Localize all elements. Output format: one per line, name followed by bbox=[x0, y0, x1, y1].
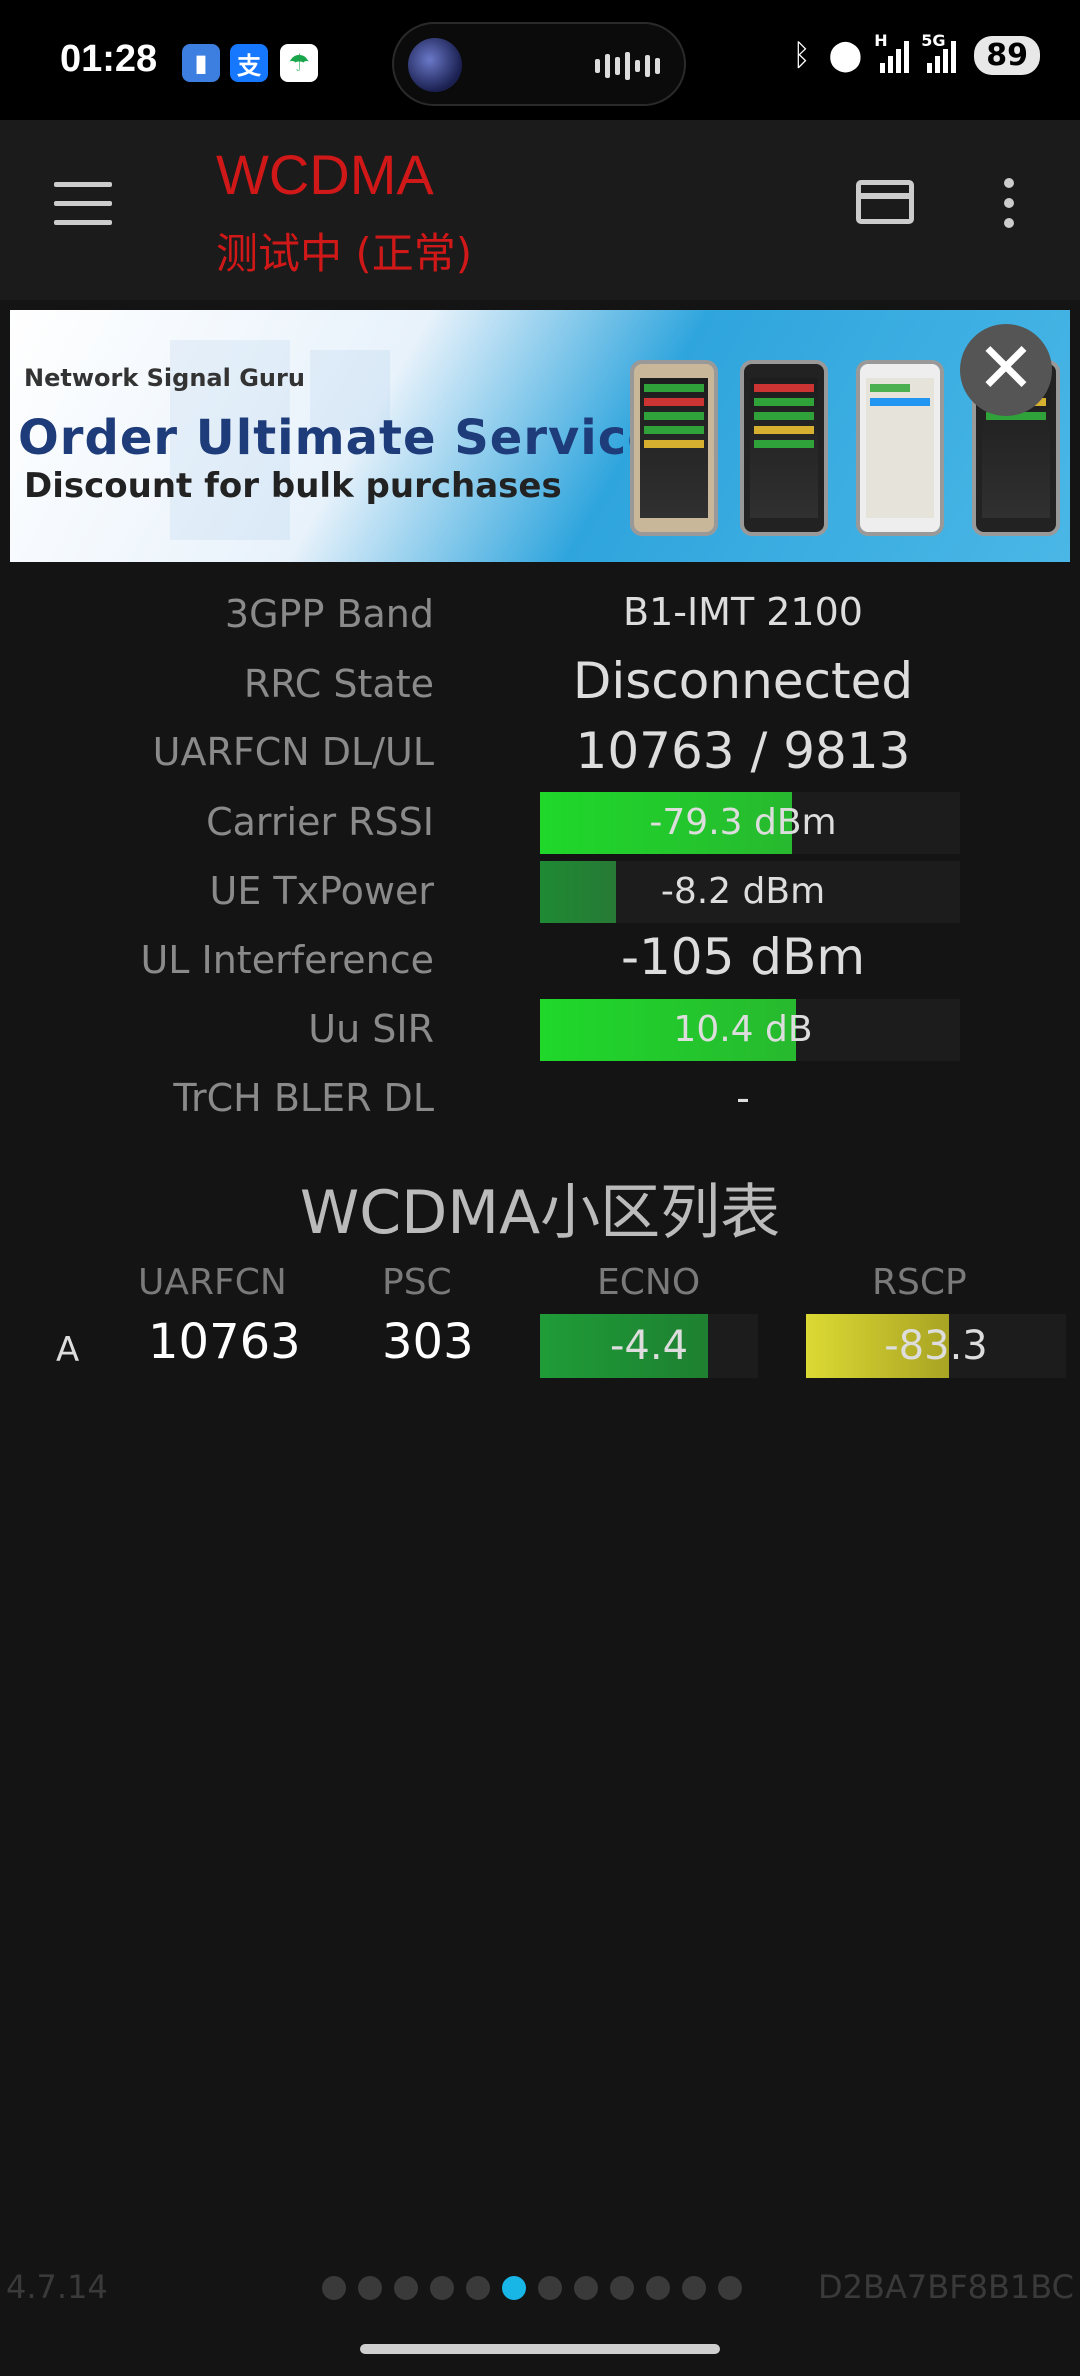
status-bar: 01:28 ▮ 支 ☂ ᛒ ⬤ H 5G 89 bbox=[0, 0, 1080, 120]
row-label: Uu SIR bbox=[308, 1007, 434, 1051]
clock: 01:28 bbox=[60, 38, 158, 80]
umbrella-app-icon: ☂ bbox=[280, 44, 318, 82]
column-header-ecno: ECNO bbox=[597, 1262, 701, 1303]
sir-bar: 10.4 dB bbox=[540, 999, 960, 1061]
phone-image bbox=[856, 360, 944, 536]
row-value: B1-IMT 2100 bbox=[623, 590, 863, 634]
device-id: D2BA7BF8B1BC bbox=[818, 2268, 1074, 2306]
page-dot[interactable] bbox=[538, 2276, 562, 2300]
cell-rscp: -83.3 bbox=[884, 1323, 988, 1369]
ad-subline: Discount for bulk purchases bbox=[24, 466, 562, 506]
alipay-icon: 支 bbox=[230, 44, 268, 82]
cell-ecno: -4.4 bbox=[609, 1323, 689, 1369]
page-dot[interactable] bbox=[358, 2276, 382, 2300]
column-header-uarfcn: UARFCN bbox=[138, 1262, 287, 1303]
row-value: -79.3 dBm bbox=[649, 802, 837, 843]
row-value: Disconnected bbox=[572, 652, 914, 710]
row-label: UE TxPower bbox=[209, 869, 435, 913]
row-label: UL Interference bbox=[140, 938, 434, 982]
ecno-bar: -4.4 bbox=[540, 1314, 758, 1378]
page-dot[interactable] bbox=[610, 2276, 634, 2300]
page-dot[interactable] bbox=[574, 2276, 598, 2300]
row-value: 10763 / 9813 bbox=[575, 722, 911, 780]
page-dot[interactable] bbox=[466, 2276, 490, 2300]
phone-image bbox=[630, 360, 718, 536]
txpower-bar: -8.2 dBm bbox=[540, 861, 960, 923]
row-label: Carrier RSSI bbox=[206, 800, 434, 844]
column-header-rscp: RSCP bbox=[872, 1262, 967, 1303]
row-label: UARFCN DL/UL bbox=[152, 730, 434, 774]
page-title: WCDMA bbox=[216, 143, 434, 206]
rssi-bar: -79.3 dBm bbox=[540, 792, 960, 854]
page-dot[interactable] bbox=[682, 2276, 706, 2300]
page-dot[interactable] bbox=[394, 2276, 418, 2300]
media-artwork-icon bbox=[408, 38, 462, 92]
rscp-bar: -83.3 bbox=[806, 1314, 1066, 1378]
row-value: - bbox=[736, 1076, 750, 1120]
row-value: -8.2 dBm bbox=[660, 871, 826, 912]
row-label: 3GPP Band bbox=[224, 592, 434, 636]
cell-list-title: WCDMA小区列表 bbox=[299, 1178, 781, 1248]
ad-brand: Network Signal Guru bbox=[24, 364, 305, 392]
close-icon[interactable]: ✕ bbox=[960, 324, 1052, 416]
page-dot[interactable] bbox=[502, 2276, 526, 2300]
cell-type: A bbox=[56, 1330, 80, 1370]
audio-wave-icon bbox=[595, 52, 660, 80]
app-notification-icon: ▮ bbox=[182, 44, 220, 82]
cell-psc: 303 bbox=[382, 1314, 474, 1370]
phone-image bbox=[740, 360, 828, 536]
page-dot[interactable] bbox=[322, 2276, 346, 2300]
row-value: -105 dBm bbox=[620, 928, 866, 986]
page-indicator[interactable] bbox=[322, 2276, 742, 2300]
row-label: RRC State bbox=[243, 662, 434, 706]
app-version: 4.7.14 bbox=[6, 2268, 108, 2306]
ad-headline: Order Ultimate Service bbox=[18, 410, 661, 466]
signal-h-icon: H bbox=[874, 31, 910, 73]
location-icon: ⬤ bbox=[828, 38, 863, 73]
home-indicator[interactable] bbox=[360, 2344, 720, 2354]
system-icons: ᛒ ⬤ H 5G 89 bbox=[792, 31, 1040, 75]
app-bar: WCDMA 测试中 (正常) bbox=[0, 120, 1080, 300]
card-icon[interactable] bbox=[856, 180, 914, 224]
bluetooth-icon: ᛒ bbox=[792, 38, 811, 73]
signal-5g-icon: 5G bbox=[921, 31, 957, 73]
hamburger-menu-icon[interactable] bbox=[54, 182, 112, 226]
column-header-psc: PSC bbox=[382, 1262, 452, 1303]
page-dot[interactable] bbox=[646, 2276, 670, 2300]
cell-uarfcn: 10763 bbox=[148, 1314, 301, 1370]
page-dot[interactable] bbox=[718, 2276, 742, 2300]
row-value: 10.4 dB bbox=[673, 1009, 813, 1050]
test-status: 测试中 (正常) bbox=[216, 229, 473, 278]
ad-banner[interactable]: Network Signal Guru Order Ultimate Servi… bbox=[10, 310, 1070, 562]
row-label: TrCH BLER DL bbox=[173, 1076, 434, 1120]
battery-indicator: 89 bbox=[974, 36, 1040, 75]
dynamic-island[interactable] bbox=[392, 22, 686, 106]
more-options-icon[interactable] bbox=[1004, 178, 1018, 238]
page-dot[interactable] bbox=[430, 2276, 454, 2300]
